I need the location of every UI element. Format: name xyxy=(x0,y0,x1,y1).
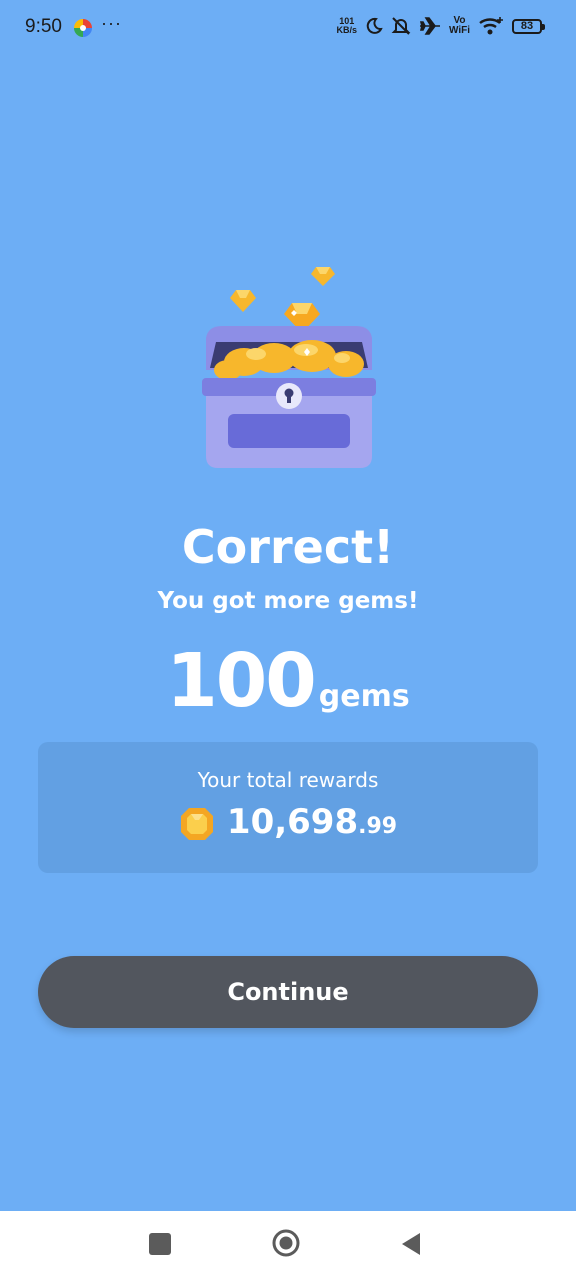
earned-amount-unit: gems xyxy=(318,679,410,714)
more-notifications-icon: ··· xyxy=(101,13,122,33)
result-title: Correct! xyxy=(181,520,395,574)
total-rewards-row: 10,698.99 xyxy=(38,802,538,842)
wifi-icon xyxy=(479,17,503,35)
vowifi-bottom: WiFi xyxy=(448,25,470,36)
navigation-bar xyxy=(0,1211,576,1280)
total-rewards-label: Your total rewards xyxy=(197,768,379,792)
status-icons: 101 KB/s Vo WiFi 83 xyxy=(336,16,545,36)
bell-off-icon xyxy=(391,17,411,35)
keyhole-lock-icon xyxy=(276,383,302,409)
total-rewards-card: Your total rewards 10,698.99 xyxy=(38,742,538,873)
floating-gem-icon xyxy=(311,267,335,286)
status-bar: 9:50 ··· 101 KB/s Vo WiFi 83 xyxy=(0,0,576,56)
recents-icon[interactable] xyxy=(149,1233,171,1255)
continue-button[interactable]: Continue xyxy=(38,956,538,1028)
total-rewards-decimal: .99 xyxy=(358,814,398,839)
gem-coin-icon xyxy=(180,808,213,840)
earned-amount: 100 gems xyxy=(0,638,576,724)
status-time: 9:50 xyxy=(25,16,62,37)
back-icon[interactable] xyxy=(400,1231,422,1257)
total-rewards-amount: 10,698.99 xyxy=(227,802,397,842)
airplane-icon xyxy=(419,17,440,35)
total-rewards-value: 10,698 xyxy=(226,802,359,842)
network-speed-unit: KB/s xyxy=(336,25,357,35)
moon-icon xyxy=(366,17,383,34)
result-subtitle: You got more gems! xyxy=(157,588,419,614)
network-speed: 101 KB/s xyxy=(336,17,357,35)
vowifi-indicator: Vo WiFi xyxy=(449,16,470,36)
home-icon[interactable] xyxy=(271,1228,301,1258)
floating-gem-icon xyxy=(230,290,256,312)
earned-amount-value: 100 xyxy=(166,638,316,724)
treasure-chest-illustration xyxy=(202,267,376,468)
app-notification-icon xyxy=(74,19,92,37)
battery-indicator: 83 xyxy=(512,18,545,34)
